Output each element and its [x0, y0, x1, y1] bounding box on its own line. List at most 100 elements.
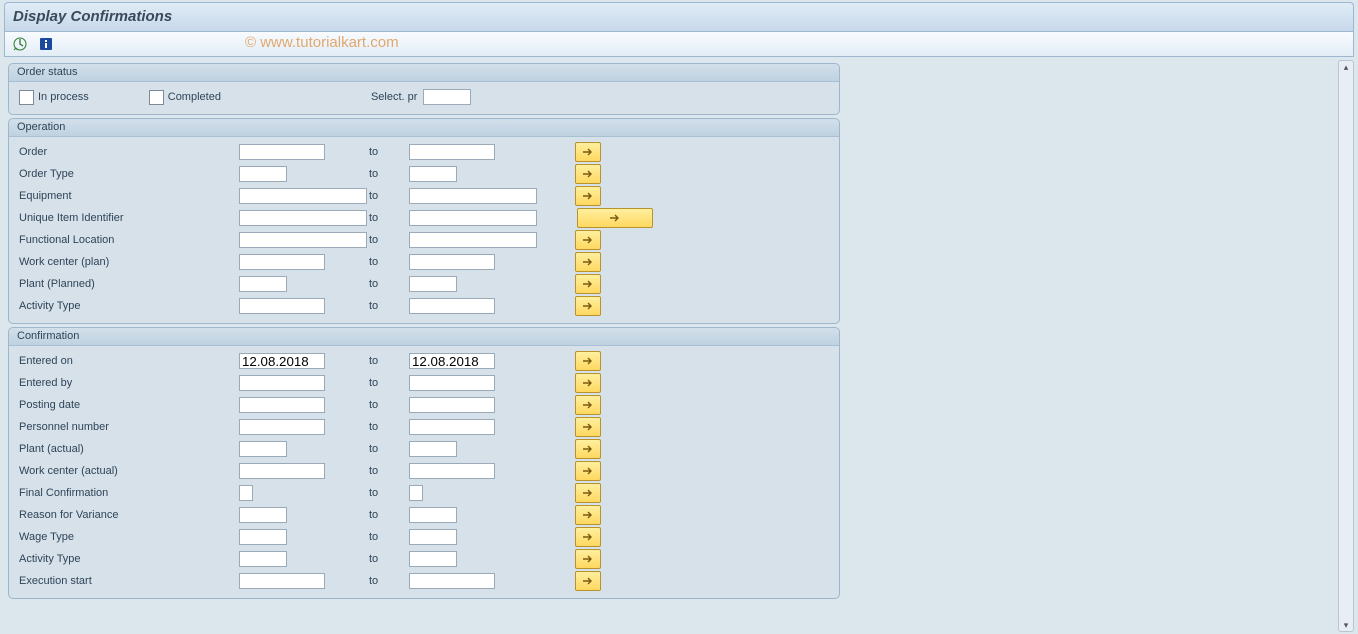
field-label: Entered by: [19, 377, 239, 389]
selection-row: Personnel numberto: [19, 416, 833, 438]
input-from[interactable]: [239, 188, 367, 204]
arrow-right-icon: [609, 213, 621, 223]
selection-row: Plant (actual)to: [19, 438, 833, 460]
input-to[interactable]: [409, 485, 423, 501]
selection-row: Plant (Planned)to: [19, 273, 833, 295]
input-from[interactable]: [239, 419, 325, 435]
input-to[interactable]: [409, 573, 495, 589]
multiple-selection-button[interactable]: [575, 483, 601, 503]
field-label: Work center (actual): [19, 465, 239, 477]
input-to[interactable]: [409, 276, 457, 292]
multiple-selection-button[interactable]: [575, 230, 601, 250]
selection-row: Entered onto: [19, 350, 833, 372]
multiple-selection-button[interactable]: [577, 208, 653, 228]
input-to[interactable]: [409, 298, 495, 314]
input-from[interactable]: [239, 232, 367, 248]
input-to[interactable]: [409, 375, 495, 391]
selection-row: Functional Locationto: [19, 229, 833, 251]
field-label: Final Confirmation: [19, 487, 239, 499]
multiple-selection-button[interactable]: [575, 571, 601, 591]
input-to[interactable]: [409, 397, 495, 413]
input-select-profile[interactable]: [423, 89, 471, 105]
input-to[interactable]: [409, 188, 537, 204]
multiple-selection-button[interactable]: [575, 461, 601, 481]
input-from[interactable]: [239, 375, 325, 391]
input-from[interactable]: [239, 551, 287, 567]
label-to: to: [369, 256, 378, 268]
label-to: to: [369, 278, 378, 290]
vertical-scrollbar[interactable]: ▴ ▾: [1338, 60, 1354, 632]
input-to[interactable]: [409, 144, 495, 160]
checkbox-in-process[interactable]: [19, 90, 34, 105]
input-from[interactable]: [239, 397, 325, 413]
multiple-selection-button[interactable]: [575, 351, 601, 371]
arrow-right-icon: [582, 488, 594, 498]
field-label: Reason for Variance: [19, 509, 239, 521]
input-from[interactable]: [239, 298, 325, 314]
input-to[interactable]: [409, 507, 457, 523]
input-to[interactable]: [409, 463, 495, 479]
field-label: Unique Item Identifier: [19, 212, 239, 224]
input-from[interactable]: [239, 144, 325, 160]
multiple-selection-button[interactable]: [575, 252, 601, 272]
scroll-up-icon[interactable]: ▴: [1340, 62, 1352, 72]
multiple-selection-button[interactable]: [575, 439, 601, 459]
multiple-selection-button[interactable]: [575, 505, 601, 525]
field-label: Work center (plan): [19, 256, 239, 268]
info-button[interactable]: [35, 34, 57, 54]
input-from[interactable]: [239, 441, 287, 457]
input-from[interactable]: [239, 166, 287, 182]
multiple-selection-button[interactable]: [575, 395, 601, 415]
panel-operation: Operation OrdertoOrder TypetoEquipmentto…: [8, 118, 840, 324]
input-from[interactable]: [239, 573, 325, 589]
label-to: to: [369, 487, 378, 499]
selection-row: Work center (plan) to: [19, 251, 833, 273]
input-to[interactable]: [409, 210, 537, 226]
label-to: to: [369, 553, 378, 565]
label-to: to: [369, 377, 378, 389]
multiple-selection-button[interactable]: [575, 527, 601, 547]
input-to[interactable]: [409, 353, 495, 369]
selection-row: Unique Item Identifier to: [19, 207, 833, 229]
selection-row: Activity Typeto: [19, 548, 833, 570]
input-from[interactable]: [239, 210, 367, 226]
arrow-right-icon: [582, 169, 594, 179]
input-to[interactable]: [409, 419, 495, 435]
label-to: to: [369, 212, 378, 224]
label-to: to: [369, 168, 378, 180]
input-to[interactable]: [409, 166, 457, 182]
input-to[interactable]: [409, 441, 457, 457]
input-from[interactable]: [239, 529, 287, 545]
multiple-selection-button[interactable]: [575, 549, 601, 569]
input-from[interactable]: [239, 353, 325, 369]
multiple-selection-button[interactable]: [575, 274, 601, 294]
multiple-selection-button[interactable]: [575, 142, 601, 162]
field-label: Order: [19, 146, 239, 158]
execute-button[interactable]: [9, 34, 31, 54]
input-from[interactable]: [239, 254, 325, 270]
field-label: Activity Type: [19, 300, 239, 312]
arrow-right-icon: [582, 378, 594, 388]
multiple-selection-button[interactable]: [575, 186, 601, 206]
multiple-selection-button[interactable]: [575, 373, 601, 393]
scroll-down-icon[interactable]: ▾: [1340, 620, 1352, 630]
label-completed: Completed: [168, 91, 221, 103]
multiple-selection-button[interactable]: [575, 164, 601, 184]
input-from[interactable]: [239, 507, 287, 523]
arrow-right-icon: [582, 554, 594, 564]
label-to: to: [369, 421, 378, 433]
label-in-process: In process: [38, 91, 89, 103]
arrow-right-icon: [582, 235, 594, 245]
panel-confirmation: Confirmation Entered ontoEntered bytoPos…: [8, 327, 840, 599]
input-to[interactable]: [409, 232, 537, 248]
input-to[interactable]: [409, 254, 495, 270]
input-from[interactable]: [239, 463, 325, 479]
input-from[interactable]: [239, 276, 287, 292]
arrow-right-icon: [582, 466, 594, 476]
multiple-selection-button[interactable]: [575, 296, 601, 316]
input-from[interactable]: [239, 485, 253, 501]
multiple-selection-button[interactable]: [575, 417, 601, 437]
input-to[interactable]: [409, 551, 457, 567]
checkbox-completed[interactable]: [149, 90, 164, 105]
input-to[interactable]: [409, 529, 457, 545]
